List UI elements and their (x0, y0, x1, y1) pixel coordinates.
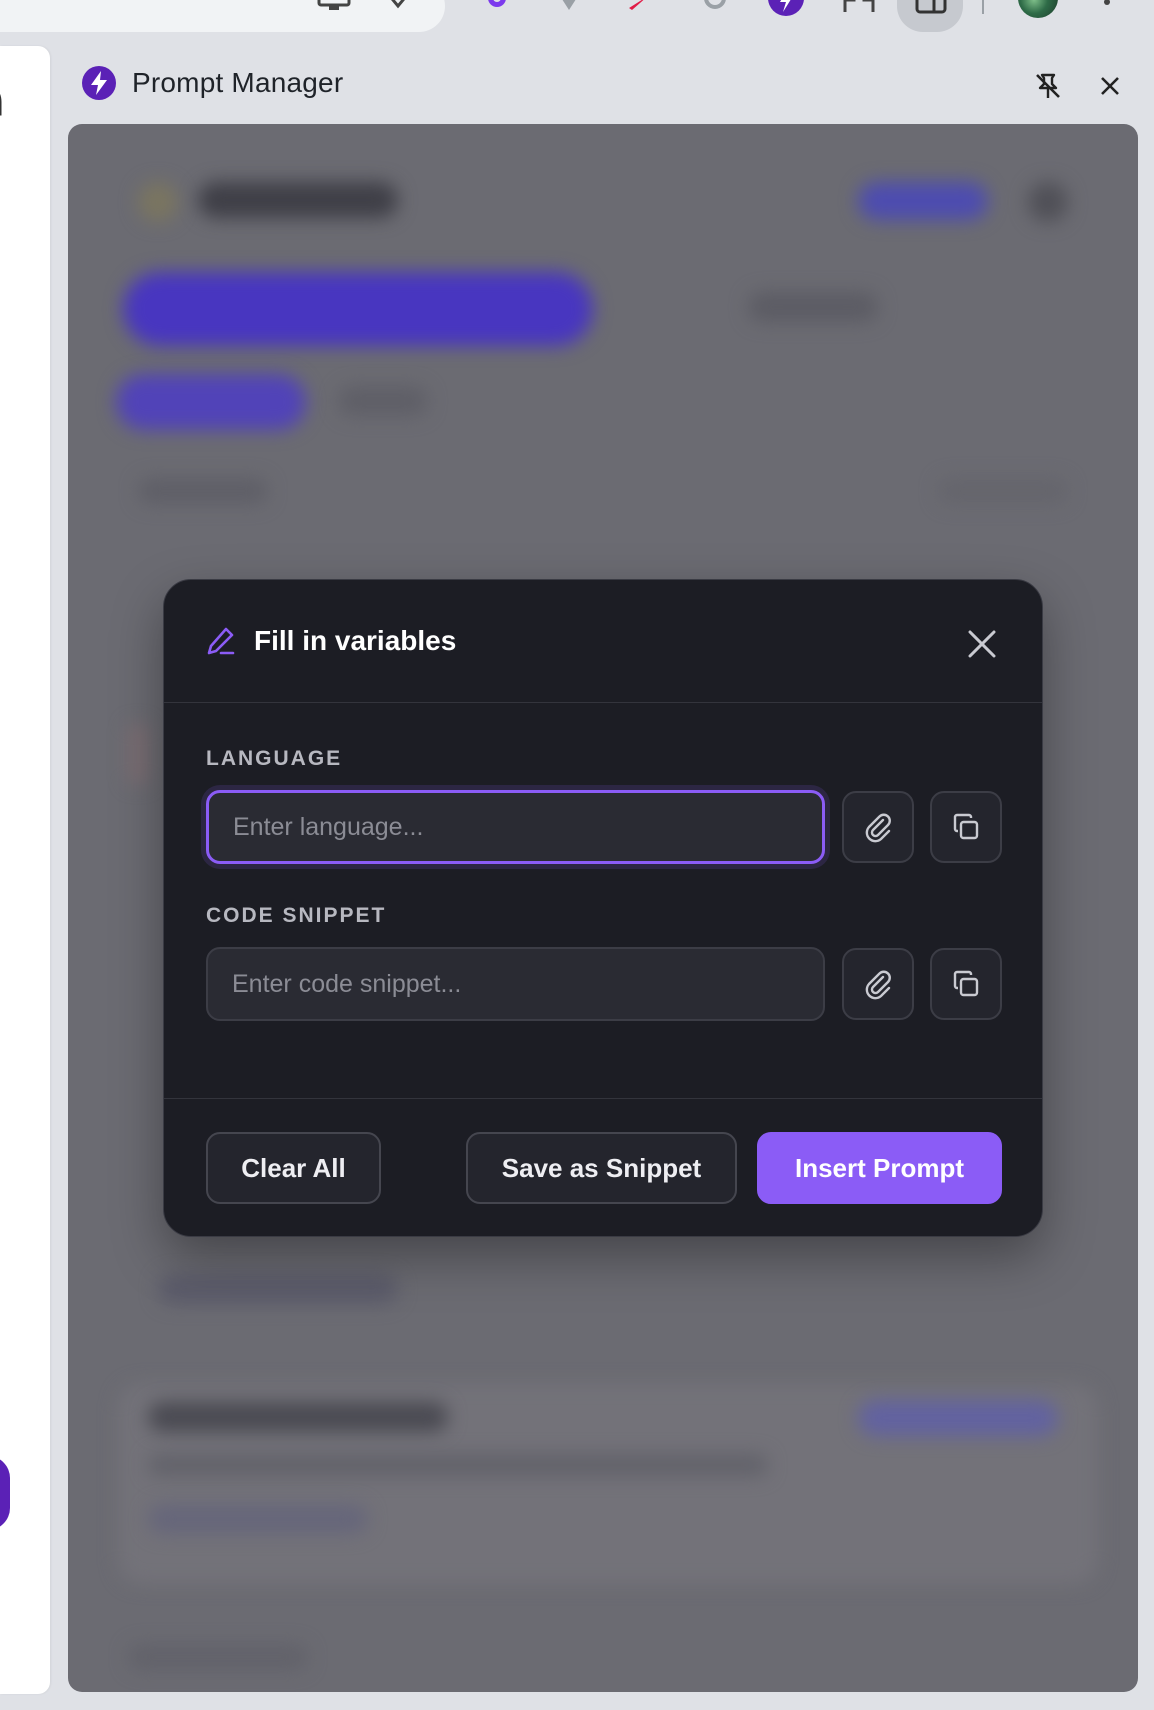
code-snippet-input[interactable] (206, 947, 825, 1021)
pen-icon (206, 626, 236, 661)
modal-close-button[interactable] (960, 622, 1004, 666)
code-snippet-attach-button[interactable] (842, 948, 914, 1020)
copy-icon (953, 970, 979, 997)
modal-footer: Clear All Save as Snippet Insert Prompt (164, 1098, 1042, 1236)
extension-pen-icon[interactable] (626, 0, 652, 14)
blurred-header-button (858, 182, 988, 220)
profile-avatar[interactable] (1018, 0, 1058, 18)
blurred-label (138, 478, 268, 504)
lightning-bolt-icon (82, 66, 116, 100)
blurred-heading (198, 182, 398, 218)
blurred-tab-active (116, 374, 306, 430)
insert-prompt-button[interactable]: Insert Prompt (757, 1132, 1002, 1204)
clear-all-button[interactable]: Clear All (206, 1132, 381, 1204)
blurred-primary-bar (123, 272, 593, 346)
address-bar[interactable] (0, 0, 445, 32)
page-icon (0, 84, 12, 123)
extension-pin-icon[interactable] (556, 0, 582, 14)
language-attach-button[interactable] (842, 791, 914, 863)
extension-gear-icon[interactable] (482, 0, 512, 14)
code-snippet-copy-button[interactable] (930, 948, 1002, 1020)
modal-title: Fill in variables (254, 625, 457, 656)
save-as-snippet-button[interactable]: Save as Snippet (466, 1132, 737, 1204)
blurred-card-title (148, 1402, 448, 1432)
paperclip-icon (865, 970, 891, 1000)
side-panel-icon[interactable] (914, 0, 948, 16)
close-icon (1101, 77, 1119, 95)
floating-action-button[interactable] (0, 1456, 10, 1530)
page-content-edge (0, 46, 50, 1694)
blurred-card-tags (148, 1504, 368, 1534)
blurred-card-text (148, 1454, 768, 1476)
side-panel-header: Prompt Manager (68, 54, 1140, 118)
code-snippet-label: CODE SNIPPET (206, 904, 387, 927)
blurred-card-edge (128, 724, 148, 784)
blurred-card-button (858, 1400, 1058, 1436)
prompt-manager-extension-icon[interactable] (766, 0, 806, 16)
blurred-avatar (1028, 182, 1068, 222)
toolbar-separator (982, 0, 984, 14)
blurred-tab (338, 386, 428, 416)
side-panel-title: Prompt Manager (132, 67, 344, 98)
more-menu-icon[interactable] (1100, 0, 1114, 12)
language-label: LANGUAGE (206, 747, 343, 770)
blurred-label-right (938, 478, 1068, 504)
modal-header: Fill in variables (164, 580, 1042, 703)
copy-icon (953, 813, 979, 840)
close-panel-button[interactable] (1092, 68, 1128, 104)
language-copy-button[interactable] (930, 791, 1002, 863)
browser-toolbar (0, 0, 1154, 40)
blurred-link (748, 292, 878, 322)
blurred-footer (128, 1644, 308, 1670)
extensions-puzzle-icon[interactable] (842, 0, 876, 14)
bookmark-star-icon[interactable] (384, 0, 412, 14)
install-app-icon[interactable] (316, 0, 352, 14)
extension-ring-icon[interactable] (700, 0, 730, 14)
unpin-icon (1036, 73, 1060, 98)
blurred-logo (138, 182, 178, 222)
language-input[interactable] (206, 790, 825, 864)
paperclip-icon (865, 813, 891, 843)
fill-variables-modal: Fill in variables LANGUAGE CODE SNIPPET (163, 579, 1043, 1237)
blurred-tags (158, 1274, 398, 1304)
unpin-button[interactable] (1030, 68, 1066, 104)
close-icon (968, 630, 996, 658)
